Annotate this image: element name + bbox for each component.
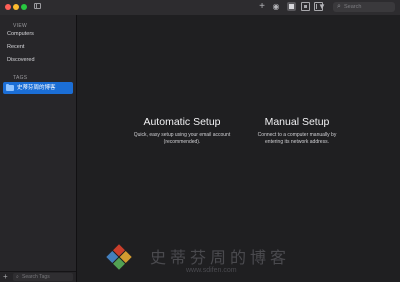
folder-icon [6, 84, 14, 91]
add-tag-button[interactable]: + [3, 272, 8, 282]
tag-label: 史蒂芬周的博客 [17, 85, 56, 91]
plus-icon[interactable]: + [258, 2, 266, 12]
automatic-setup-title: Automatic Setup [143, 116, 221, 128]
manual-setup-description: Connect to a computer manually by enteri… [247, 132, 347, 145]
title-bar: + ◉ ▼ ⌕ [0, 0, 400, 16]
tag-search: ⌕ [13, 273, 73, 281]
icon-view-button[interactable] [287, 2, 296, 11]
automatic-setup-option[interactable]: Automatic Setup Quick, easy setup using … [127, 116, 237, 145]
sidebar-item-computers[interactable]: Computers [7, 31, 34, 37]
toolbar-search-input[interactable] [344, 2, 392, 12]
zoom-window-button[interactable] [21, 4, 27, 10]
sidebar-item-recent[interactable]: Recent [7, 44, 24, 50]
sidebar-item-discovered[interactable]: Discovered [7, 57, 35, 63]
watermark-logo [106, 244, 132, 270]
sidebar-bottom-bar: + ⌕ [0, 271, 76, 282]
search-icon: ⌕ [337, 3, 341, 10]
filter-icon[interactable]: ▼ [317, 2, 327, 12]
automatic-desc-line2: (recommended). [163, 138, 201, 145]
tag-search-input[interactable] [22, 273, 70, 281]
manual-setup-option[interactable]: Manual Setup Connect to a computer manua… [247, 116, 347, 145]
eye-icon[interactable]: ◉ [271, 2, 281, 12]
tags-section-header: TAGS [13, 75, 28, 81]
watermark-text: 史蒂芬周的博客 [150, 248, 291, 267]
automatic-desc-line1: Quick, easy setup using your email accou… [133, 132, 231, 138]
manual-desc-line1: Connect to a computer manually by [257, 132, 337, 138]
manual-desc-line2: entering its network address. [265, 138, 329, 145]
automatic-setup-description: Quick, easy setup using your email accou… [127, 132, 237, 145]
sidebar-toggle-icon[interactable] [34, 3, 41, 9]
manual-setup-title: Manual Setup [264, 116, 330, 128]
search-icon: ⌕ [16, 274, 19, 280]
sidebar: VIEW Computers Recent Discovered TAGS 史蒂… [0, 15, 77, 282]
sidebar-tag-item[interactable]: 史蒂芬周的博客 [3, 82, 73, 94]
watermark-url: www.sdifen.com [186, 267, 237, 274]
toolbar-search: ⌕ [333, 2, 395, 12]
app-window: + ◉ ▼ ⌕ VIEW Computers Recent Discovered… [0, 0, 400, 282]
minimize-window-button[interactable] [13, 4, 19, 10]
view-section-header: VIEW [13, 23, 27, 29]
list-view-button[interactable] [301, 2, 310, 11]
close-window-button[interactable] [5, 4, 11, 10]
